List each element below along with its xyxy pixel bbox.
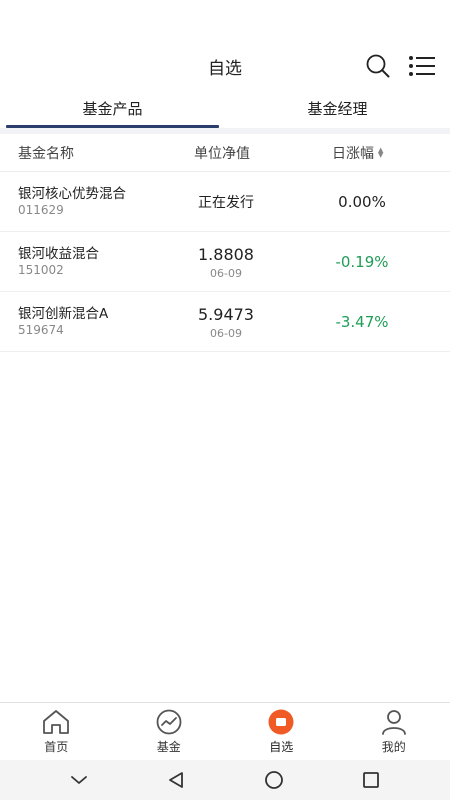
fund-row[interactable]: 银河创新混合A 519674 5.9473 06-09 -3.47% bbox=[0, 292, 450, 352]
fund-row[interactable]: 银河收益混合 151002 1.8808 06-09 -0.19% bbox=[0, 232, 450, 292]
search-icon bbox=[366, 54, 390, 78]
fund-change: 0.00% bbox=[338, 193, 386, 211]
square-icon bbox=[363, 772, 380, 788]
tab-bar: 基金产品 基金经理 bbox=[0, 88, 450, 128]
fund-name: 银河核心优势混合 bbox=[18, 186, 126, 202]
watchlist-icon bbox=[268, 709, 294, 734]
fund-name: 银河创新混合A bbox=[18, 306, 109, 322]
column-fund-name: 基金名称 bbox=[18, 145, 74, 162]
fund-nav-value: 1.8808 bbox=[198, 244, 254, 264]
circle-icon bbox=[264, 771, 283, 789]
header-actions bbox=[364, 52, 436, 80]
fund-change: -0.19% bbox=[335, 253, 389, 271]
fund-nav-value: 5.9473 bbox=[198, 304, 254, 324]
sort-icon: ▲ ▼ bbox=[378, 145, 384, 159]
fund-nav-value: 正在发行 bbox=[198, 195, 254, 211]
fund-row[interactable]: 银河核心优势混合 011629 正在发行 0.00% bbox=[0, 172, 450, 232]
fund-change: -3.47% bbox=[335, 313, 389, 331]
column-unit-nav: 单位净值 bbox=[194, 145, 250, 162]
fund-nav-date: 06-09 bbox=[210, 266, 242, 280]
profile-icon bbox=[381, 709, 406, 735]
fund-chart-icon bbox=[156, 709, 182, 734]
column-header: 基金名称 单位净值 日涨幅 ▲ ▼ bbox=[0, 134, 450, 172]
fund-nav-date: 06-09 bbox=[210, 326, 242, 340]
chevron-down-icon bbox=[70, 776, 87, 784]
fund-list: 银河核心优势混合 011629 正在发行 0.00% 银河收益混合 151002… bbox=[0, 172, 450, 352]
nav-item-watchlist[interactable]: 自选 bbox=[225, 703, 338, 760]
nav-item-fund[interactable]: 基金 bbox=[113, 703, 226, 760]
nav-item-profile[interactable]: 我的 bbox=[338, 703, 450, 760]
fund-code: 519674 bbox=[18, 323, 64, 337]
fund-nav: 1.8808 06-09 bbox=[176, 232, 276, 292]
fund-nav: 5.9473 06-09 bbox=[176, 292, 276, 352]
fund-nav: 正在发行 bbox=[176, 172, 276, 232]
nav-label: 我的 bbox=[381, 739, 406, 754]
system-nav-bar bbox=[0, 760, 450, 800]
nav-label: 基金 bbox=[156, 739, 181, 754]
search-button[interactable] bbox=[364, 52, 392, 80]
fund-name: 银河收益混合 bbox=[18, 246, 99, 262]
recents-button[interactable] bbox=[351, 760, 391, 800]
bottom-nav: 首页 基金 自选 我的 bbox=[0, 702, 450, 760]
fund-code: 011629 bbox=[18, 203, 64, 217]
tab-label: 基金产品 bbox=[82, 99, 143, 118]
nav-label: 首页 bbox=[44, 739, 69, 754]
collapse-button[interactable] bbox=[59, 760, 99, 800]
tab-label: 基金经理 bbox=[307, 99, 368, 118]
back-triangle-icon bbox=[169, 772, 184, 788]
home-system-button[interactable] bbox=[254, 760, 294, 800]
nav-label: 自选 bbox=[269, 739, 294, 754]
tab-fund-managers[interactable]: 基金经理 bbox=[225, 88, 450, 128]
back-button[interactable] bbox=[156, 760, 196, 800]
list-icon bbox=[409, 56, 435, 76]
home-icon bbox=[43, 709, 70, 734]
tab-fund-products[interactable]: 基金产品 bbox=[0, 88, 225, 128]
page-title: 自选 bbox=[208, 58, 242, 79]
fund-code: 151002 bbox=[18, 263, 64, 277]
status-bar bbox=[0, 0, 450, 44]
nav-item-home[interactable]: 首页 bbox=[0, 703, 113, 760]
column-daily-change[interactable]: 日涨幅 ▲ ▼ bbox=[332, 143, 383, 163]
list-menu-button[interactable] bbox=[408, 52, 436, 80]
top-bar: 自选 bbox=[0, 44, 450, 88]
column-daily-change-label: 日涨幅 bbox=[332, 145, 374, 162]
